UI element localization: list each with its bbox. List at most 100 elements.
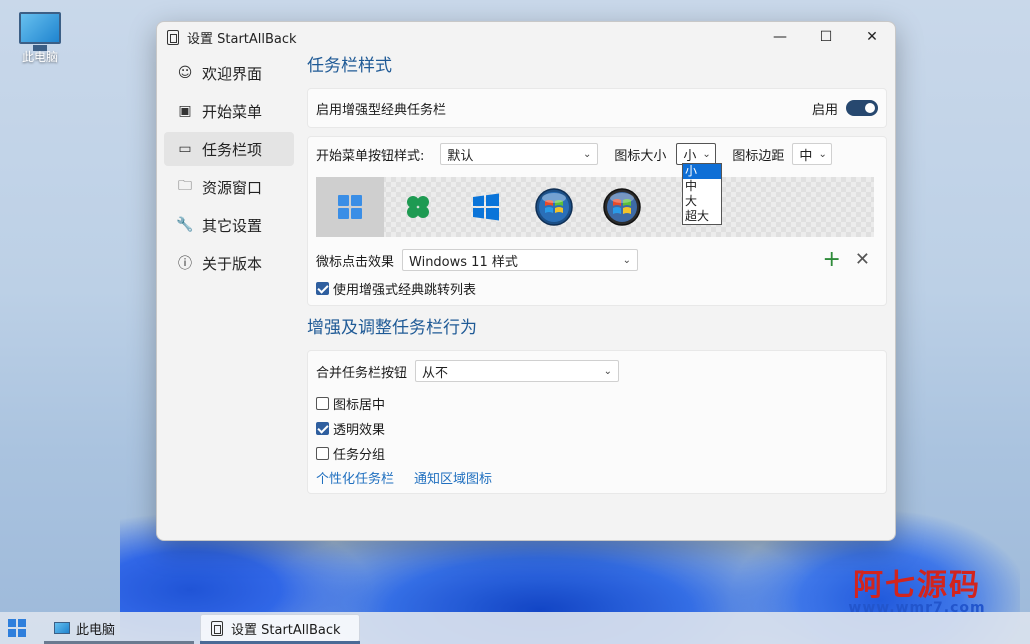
window-title: 设置 StartAllBack	[187, 31, 297, 47]
start-button-option-win10[interactable]	[452, 177, 520, 237]
taskbar-options-card: 开始菜单按钮样式: 默认 ⌄ 图标大小 小 ⌄ 图标边距 中 ⌄ 小 中 大 超…	[307, 136, 887, 306]
icon-size-select[interactable]: 小 ⌄	[676, 143, 717, 165]
remove-icon[interactable]: ✕	[855, 249, 870, 271]
maximize-button[interactable]: ☐	[803, 22, 849, 52]
sidebar-item-label: 其它设置	[202, 216, 263, 235]
center-icons-label: 图标居中	[333, 398, 386, 413]
start-button-style-label: 开始菜单按钮样式:	[316, 148, 425, 164]
smile-icon: ☺	[177, 65, 193, 81]
sidebar-item-about[interactable]: ⓘ 关于版本	[164, 246, 294, 280]
windows-vista-orb-icon	[603, 188, 641, 226]
info-icon: ⓘ	[178, 256, 192, 272]
transparency-checkbox[interactable]	[316, 422, 329, 435]
notification-icons-link[interactable]: 通知区域图标	[414, 468, 492, 487]
sidebar-item-explorer[interactable]: 🗀 资源窗口	[164, 170, 294, 204]
sidebar-item-label: 欢迎界面	[202, 64, 263, 83]
sidebar-item-start-menu[interactable]: ▣ 开始菜单	[164, 94, 294, 128]
taskbar-item-label: 此电脑	[76, 622, 116, 638]
settings-window: 设置 StartAllBack — ☐ ✕ ☺ 欢迎界面 ▣ 开始菜单 ▭ 任务…	[156, 21, 896, 541]
icon-size-label: 图标大小	[614, 148, 667, 164]
monitor-icon	[19, 12, 61, 51]
toggle-group: 启用	[812, 99, 878, 118]
combine-select[interactable]: 从不 ⌄	[415, 360, 620, 382]
section-title-taskbar-style: 任务栏样式	[307, 56, 392, 76]
center-icons-checkbox[interactable]	[316, 397, 329, 410]
grouping-row[interactable]: 任务分组	[316, 441, 878, 466]
start-button-preview-strip	[316, 177, 874, 237]
combine-value: 从不	[422, 365, 449, 381]
icon-size-option[interactable]: 大	[683, 194, 721, 209]
taskbar-behavior-card: 合并任务栏按钮 从不 ⌄ 图标居中 透明效果 任务分组 个性化任务栏 通知区域图…	[307, 350, 887, 494]
close-button[interactable]: ✕	[849, 22, 895, 52]
center-icons-row[interactable]: 图标居中	[316, 391, 878, 416]
jumplist-label: 使用增强式经典跳转列表	[333, 282, 477, 298]
window-controls: — ☐ ✕	[757, 22, 895, 52]
taskbar-icon: ▭	[178, 141, 192, 157]
sidebar-item-other-settings[interactable]: 🔧 其它设置	[164, 208, 294, 242]
sidebar-item-label: 开始菜单	[202, 102, 263, 121]
watermark-title: 阿七源码	[853, 568, 981, 603]
icon-margin-value: 中	[799, 148, 813, 164]
windows11-logo-icon	[338, 195, 362, 219]
taskbar-item-startallback[interactable]: 设置 StartAllBack	[200, 614, 360, 642]
sidebar-item-welcome[interactable]: ☺ 欢迎界面	[164, 56, 294, 90]
click-effect-value: Windows 11 样式	[409, 254, 518, 270]
icon-margin-select[interactable]: 中 ⌄	[792, 143, 833, 165]
start-button-style-value: 默认	[447, 148, 474, 164]
transparency-row[interactable]: 透明效果	[316, 416, 878, 441]
desktop-icon-this-pc[interactable]: 此电脑	[14, 10, 66, 65]
start-button-option-vista[interactable]	[588, 177, 656, 237]
start-button[interactable]	[0, 614, 34, 642]
transparency-label: 透明效果	[333, 423, 386, 438]
clover-logo-icon	[407, 196, 429, 218]
enhanced-classic-card: 启用增强型经典任务栏 启用	[307, 88, 887, 128]
links-row: 个性化任务栏 通知区域图标	[316, 466, 878, 488]
sidebar-item-label: 关于版本	[202, 254, 263, 273]
section-title-taskbar-behavior: 增强及调整任务栏行为	[307, 318, 477, 338]
grouping-label: 任务分组	[333, 448, 386, 463]
button-style-row: 开始菜单按钮样式: 默认 ⌄ 图标大小 小 ⌄ 图标边距 中 ⌄	[316, 143, 878, 165]
app-icon	[211, 620, 223, 636]
windows-taskbar: 此电脑 设置 StartAllBack	[0, 612, 1030, 644]
windows-start-icon	[8, 619, 26, 637]
sidebar-item-taskbar[interactable]: ▭ 任务栏项	[164, 132, 294, 166]
icon-size-option[interactable]: 小	[683, 164, 721, 179]
wrench-icon: 🔧	[176, 217, 194, 233]
enhanced-classic-label: 启用增强型经典任务栏	[316, 102, 447, 118]
icon-size-dropdown: 小 中 大 超大	[682, 163, 722, 225]
monitor-icon	[54, 622, 70, 634]
enhanced-classic-toggle[interactable]	[846, 100, 878, 116]
start-button-style-select[interactable]: 默认 ⌄	[440, 143, 599, 165]
app-icon	[167, 29, 179, 45]
windows10-logo-icon	[473, 193, 499, 221]
combine-row: 合并任务栏按钮 从不 ⌄	[316, 359, 878, 383]
toggle-label: 启用	[811, 102, 838, 118]
start-button-option-win11[interactable]	[316, 177, 384, 237]
icon-size-option[interactable]: 中	[683, 179, 721, 194]
taskbar-item-this-pc[interactable]: 此电脑	[44, 614, 194, 642]
icon-size-value: 小	[683, 148, 697, 164]
personalize-taskbar-link[interactable]: 个性化任务栏	[316, 468, 394, 487]
start-button-option-win7[interactable]	[520, 177, 588, 237]
taskbar-item-label: 设置 StartAllBack	[231, 622, 341, 638]
jumplist-row[interactable]: 使用增强式经典跳转列表	[316, 279, 477, 298]
windows7-orb-icon	[535, 188, 573, 226]
grouping-checkbox[interactable]	[316, 447, 329, 460]
chevron-down-icon: ⌄	[622, 254, 632, 266]
sidebar-item-label: 任务栏项	[202, 140, 263, 159]
chevron-down-icon: ⌄	[583, 148, 592, 160]
minimize-button[interactable]: —	[757, 22, 803, 52]
add-icon[interactable]: +	[822, 249, 840, 271]
click-effect-label: 微标点击效果	[316, 254, 395, 270]
click-effect-row: 微标点击效果 Windows 11 样式 ⌄ + ✕	[316, 249, 874, 271]
start-button-option-clover[interactable]	[384, 177, 452, 237]
icon-margin-label: 图标边距	[732, 148, 785, 164]
icon-size-option[interactable]: 超大	[683, 209, 721, 224]
start-menu-icon: ▣	[178, 103, 192, 119]
chevron-down-icon: ⌄	[702, 148, 711, 160]
chevron-down-icon: ⌄	[818, 148, 827, 160]
jumplist-checkbox[interactable]	[316, 281, 329, 295]
click-effect-select[interactable]: Windows 11 样式 ⌄	[402, 249, 639, 271]
title-bar[interactable]: 设置 StartAllBack — ☐ ✕	[157, 22, 895, 52]
main-content: 任务栏样式 启用增强型经典任务栏 启用 开始菜单按钮样式: 默认 ⌄ 图标大小 …	[307, 54, 887, 494]
